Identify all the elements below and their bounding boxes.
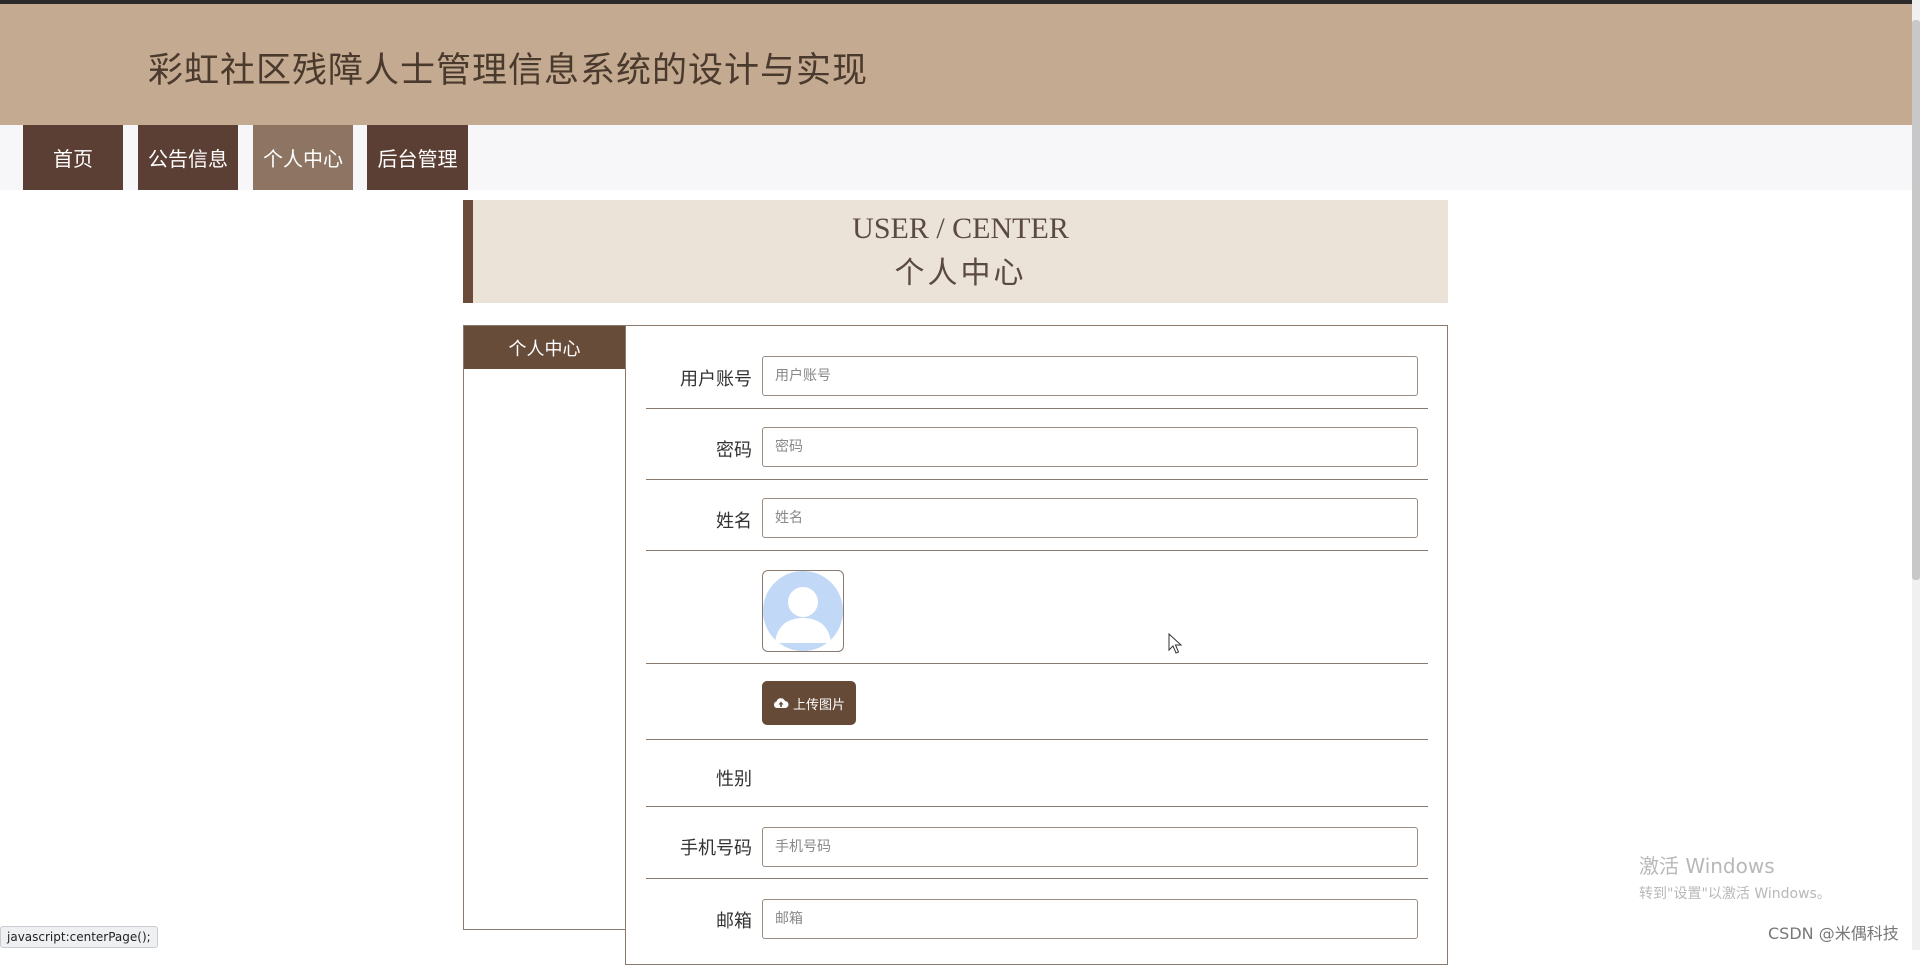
form-row-username: 用户账号 <box>646 326 1428 409</box>
form-row-upload: 上传图片 <box>646 663 1428 740</box>
windows-activation-watermark: 激活 Windows 转到"设置"以激活 Windows。 <box>1639 850 1831 903</box>
form-row-gender: 性别 <box>646 739 1428 807</box>
email-input[interactable] <box>762 899 1418 939</box>
form-row-phone: 手机号码 <box>646 806 1428 879</box>
scrollbar-thumb[interactable] <box>1912 20 1920 580</box>
cloud-upload-icon <box>773 698 789 708</box>
watermark-line2: 转到"设置"以激活 Windows。 <box>1639 886 1831 902</box>
banner-title-en: USER / CENTER <box>852 212 1069 245</box>
main-nav: 首页 公告信息 个人中心 后台管理 <box>0 125 1912 190</box>
form-row-name: 姓名 <box>646 479 1428 551</box>
gender-label: 性别 <box>716 769 752 790</box>
upload-image-label: 上传图片 <box>792 697 845 713</box>
site-header: 彩虹社区残障人士管理信息系统的设计与实现 <box>0 4 1912 125</box>
site-title: 彩虹社区残障人士管理信息系统的设计与实现 <box>148 51 869 91</box>
phone-label: 手机号码 <box>680 838 752 859</box>
password-input[interactable] <box>762 427 1418 467</box>
name-input[interactable] <box>762 498 1418 538</box>
phone-input[interactable] <box>762 827 1418 867</box>
nav-item-admin[interactable]: 后台管理 <box>367 125 468 190</box>
sidebar-heading[interactable]: 个人中心 <box>464 326 625 369</box>
nav-item-home[interactable]: 首页 <box>23 125 123 190</box>
nav-item-personal-center[interactable]: 个人中心 <box>253 125 353 190</box>
username-label: 用户账号 <box>680 369 752 390</box>
profile-form: 用户账号 密码 姓名 上传图片 性别 <box>625 325 1448 965</box>
nav-item-announcements[interactable]: 公告信息 <box>138 125 238 190</box>
user-avatar-placeholder-icon <box>763 571 843 651</box>
csdn-watermark: CSDN @米偶科技 <box>1768 924 1899 943</box>
mouse-cursor-icon <box>1168 633 1183 654</box>
name-label: 姓名 <box>716 511 752 532</box>
sidebar: 个人中心 <box>463 325 626 930</box>
status-bar-url: javascript:centerPage(); <box>0 926 158 948</box>
form-row-avatar <box>646 550 1428 664</box>
banner-title-cn: 个人中心 <box>894 257 1027 290</box>
username-input[interactable] <box>762 356 1418 396</box>
avatar-preview <box>762 570 844 652</box>
watermark-line1: 激活 Windows <box>1639 854 1775 878</box>
form-row-password: 密码 <box>646 408 1428 480</box>
form-row-email: 邮箱 <box>646 878 1428 966</box>
page-banner: USER / CENTER 个人中心 <box>463 200 1448 303</box>
password-label: 密码 <box>716 440 752 461</box>
page-scrollbar[interactable] <box>1912 0 1920 950</box>
upload-image-button[interactable]: 上传图片 <box>762 681 856 725</box>
email-label: 邮箱 <box>716 911 752 932</box>
